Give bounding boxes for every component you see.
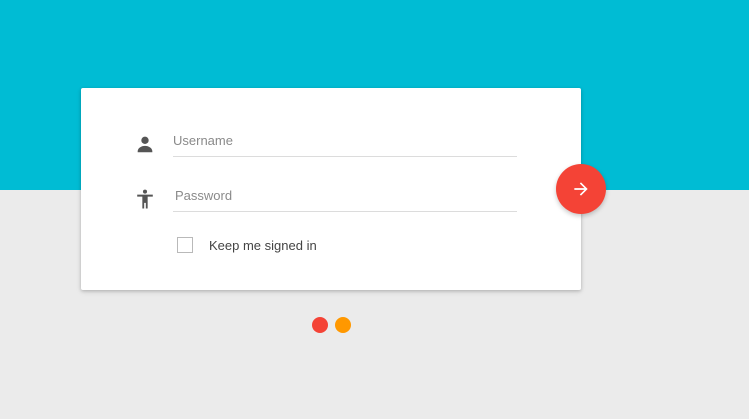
remember-checkbox[interactable] — [177, 237, 193, 253]
password-row — [81, 183, 581, 213]
password-input[interactable] — [173, 183, 519, 207]
remember-label: Keep me signed in — [209, 238, 317, 253]
username-input[interactable] — [173, 128, 517, 152]
username-row — [81, 128, 581, 158]
person-icon — [134, 133, 156, 155]
accessibility-icon — [134, 188, 156, 210]
progress-dot-red — [312, 317, 328, 333]
arrow-forward-icon — [574, 182, 588, 196]
progress-dot-orange — [335, 317, 351, 333]
login-card: Keep me signed in — [81, 88, 581, 290]
submit-button[interactable] — [556, 164, 606, 214]
username-field-wrapper — [173, 128, 517, 157]
password-field-wrapper — [173, 183, 519, 212]
